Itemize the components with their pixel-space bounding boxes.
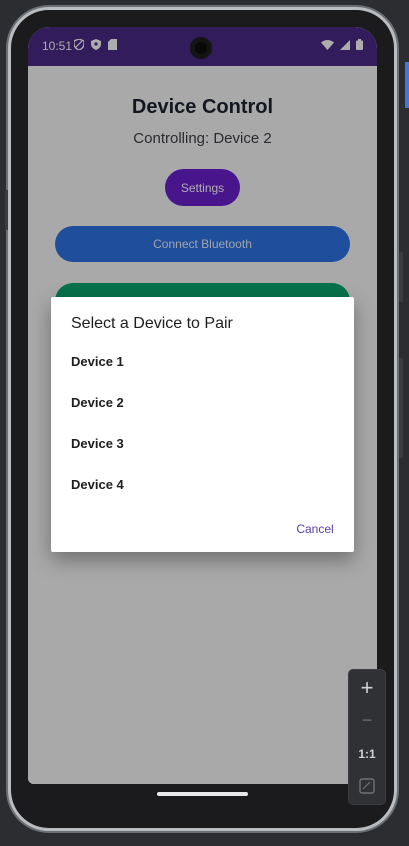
emulator-side-tab[interactable] bbox=[397, 358, 403, 458]
fit-screen-icon[interactable] bbox=[349, 770, 385, 802]
device-option-2[interactable]: Device 2 bbox=[71, 392, 331, 414]
zoom-in-icon[interactable]: + bbox=[349, 672, 385, 704]
volume-button bbox=[5, 190, 8, 230]
dialog-title: Select a Device to Pair bbox=[71, 315, 233, 332]
emulator-side-tab[interactable] bbox=[397, 252, 403, 302]
device-option-3[interactable]: Device 3 bbox=[71, 433, 331, 455]
zoom-out-icon[interactable]: − bbox=[349, 704, 385, 736]
device-option-4[interactable]: Device 4 bbox=[71, 474, 331, 496]
device-option-1[interactable]: Device 1 bbox=[71, 351, 331, 373]
zoom-one-to-one-button[interactable]: 1:1 bbox=[349, 738, 385, 770]
gesture-nav-handle[interactable] bbox=[157, 792, 248, 796]
cancel-button[interactable]: Cancel bbox=[287, 519, 343, 539]
emulator-zoom-panel: + − 1:1 bbox=[349, 670, 385, 804]
pair-device-dialog: Select a Device to Pair Device 1 Device … bbox=[51, 297, 354, 552]
accent-strip bbox=[405, 62, 409, 108]
